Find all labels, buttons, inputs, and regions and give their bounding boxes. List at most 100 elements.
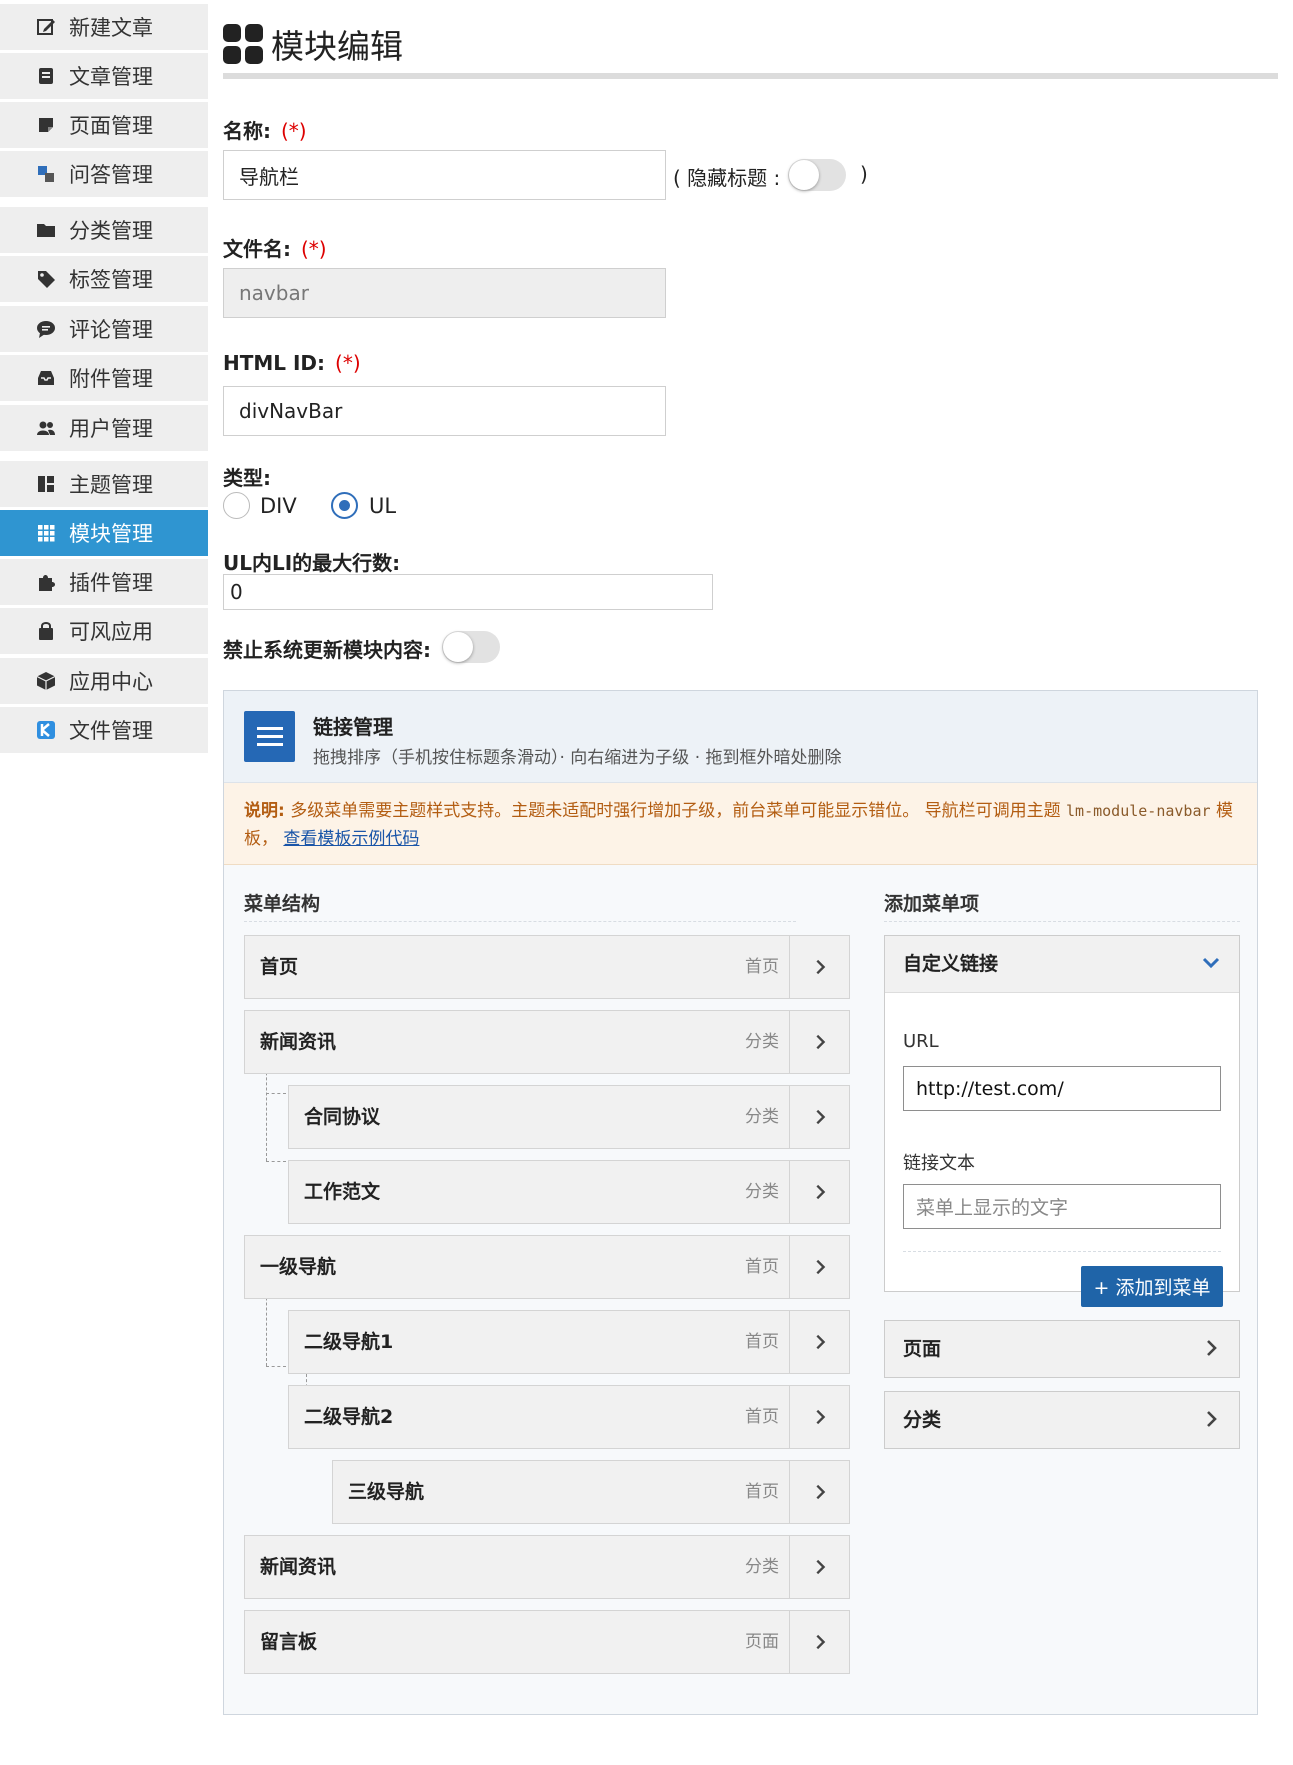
sidebar-item-new-article[interactable]: 新建文章	[0, 4, 208, 50]
menu-structure-title: 菜单结构	[244, 893, 321, 915]
expand-menu-item-button[interactable]	[789, 1536, 849, 1598]
sidebar-item-attachments[interactable]: 附件管理	[0, 355, 208, 401]
tree-line	[266, 1161, 286, 1162]
menu-item-title: 二级导航2	[304, 1406, 394, 1428]
custom-link-accordion: 自定义链接 URL http://test.com/ 链接文本 菜单上显示的文字…	[884, 935, 1240, 1307]
form-divider	[903, 1251, 1221, 1252]
no-update-toggle[interactable]	[442, 631, 500, 663]
sidebar-item-label: 标签管理	[69, 268, 153, 292]
chevron-right-icon	[815, 1484, 825, 1500]
layout-icon	[35, 473, 57, 495]
menu-item-title: 新闻资讯	[260, 1031, 337, 1053]
structure-divider	[244, 921, 796, 922]
max-li-input[interactable]: 0	[223, 574, 713, 610]
expand-menu-item-button[interactable]	[789, 1086, 849, 1148]
menu-item[interactable]: 二级导航1 首页	[288, 1310, 850, 1374]
menu-item-title: 二级导航1	[304, 1331, 394, 1353]
page-accordion-header[interactable]: 页面	[885, 1321, 1239, 1377]
expand-menu-item-button[interactable]	[789, 1611, 849, 1673]
view-template-link[interactable]: 查看模板示例代码	[283, 829, 419, 849]
menu-item[interactable]: 三级导航 首页	[332, 1460, 850, 1524]
sidebar-item-kefeng-apps[interactable]: 可风应用	[0, 608, 208, 654]
page-title: 模块编辑	[223, 20, 403, 68]
required-mark: (*)	[281, 119, 307, 143]
cube-icon	[35, 670, 57, 692]
sidebar-item-themes[interactable]: 主题管理	[0, 461, 208, 507]
menu-item-title: 留言板	[260, 1631, 318, 1653]
expand-menu-item-button[interactable]	[789, 936, 849, 998]
expand-menu-item-button[interactable]	[789, 1386, 849, 1448]
menu-item-type: 首页	[745, 1482, 779, 1502]
type-label: 类型:	[223, 466, 271, 490]
sidebar-item-articles[interactable]: 文章管理	[0, 53, 208, 99]
chevron-right-icon	[1207, 1340, 1217, 1356]
sidebar-item-app-center[interactable]: 应用中心	[0, 658, 208, 704]
menu-item-type: 首页	[745, 1257, 779, 1277]
menu-item[interactable]: 新闻资讯 分类	[244, 1535, 850, 1599]
sidebar-item-users[interactable]: 用户管理	[0, 405, 208, 451]
sidebar-item-categories[interactable]: 分类管理	[0, 207, 208, 253]
tree-line	[266, 1366, 286, 1367]
expand-menu-item-button[interactable]	[789, 1011, 849, 1073]
menu-item[interactable]: 新闻资讯 分类	[244, 1010, 850, 1074]
html-id-input[interactable]: divNavBar	[223, 386, 666, 436]
sidebar-item-label: 模块管理	[69, 522, 153, 546]
chevron-right-icon	[1207, 1411, 1217, 1427]
menu-item[interactable]: 留言板 页面	[244, 1610, 850, 1674]
menu-item-title: 一级导航	[260, 1256, 337, 1278]
chevron-right-icon	[815, 1259, 825, 1275]
custom-link-header[interactable]: 自定义链接	[885, 936, 1239, 993]
category-accordion[interactable]: 分类	[884, 1391, 1240, 1449]
sidebar-item-label: 分类管理	[69, 219, 153, 243]
menu-item[interactable]: 工作范文 分类	[288, 1160, 850, 1224]
menu-item[interactable]: 合同协议 分类	[288, 1085, 850, 1149]
sidebar-item-comments[interactable]: 评论管理	[0, 306, 208, 352]
expand-menu-item-button[interactable]	[789, 1311, 849, 1373]
tag-icon	[35, 268, 57, 290]
add-menu-divider	[884, 921, 1240, 922]
category-accordion-header[interactable]: 分类	[885, 1392, 1239, 1448]
add-to-menu-button[interactable]: + 添加到菜单	[1081, 1266, 1223, 1307]
hide-title-toggle[interactable]	[788, 159, 846, 191]
expand-menu-item-button[interactable]	[789, 1236, 849, 1298]
menu-item-type: 分类	[745, 1107, 779, 1127]
menu-item[interactable]: 一级导航 首页	[244, 1235, 850, 1299]
sidebar-item-file-manager[interactable]: 文件管理	[0, 707, 208, 753]
sidebar-item-modules[interactable]: 模块管理	[0, 510, 208, 556]
chevron-right-icon	[815, 1334, 825, 1350]
menu-item-title: 首页	[260, 956, 299, 978]
sidebar-item-label: 应用中心	[69, 670, 153, 694]
name-input[interactable]: 导航栏	[223, 150, 666, 200]
menu-item[interactable]: 二级导航2 首页	[288, 1385, 850, 1449]
translate-icon	[35, 163, 57, 185]
notice-code: lm-module-navbar	[1066, 802, 1211, 820]
required-mark: (*)	[301, 237, 327, 261]
expand-menu-item-button[interactable]	[789, 1161, 849, 1223]
name-label: 名称: (*)	[223, 119, 307, 143]
filename-label: 文件名: (*)	[223, 237, 327, 261]
sidebar-item-pages[interactable]: 页面管理	[0, 102, 208, 148]
panel-subtitle: 拖拽排序（手机按住标题条滑动）· 向右缩进为子级 · 拖到框外暗处删除	[313, 748, 842, 768]
chevron-right-icon	[815, 1109, 825, 1125]
page-accordion[interactable]: 页面	[884, 1320, 1240, 1378]
menu-item[interactable]: 首页 首页	[244, 935, 850, 999]
sidebar-item-plugins[interactable]: 插件管理	[0, 559, 208, 605]
menu-item-type: 分类	[745, 1557, 779, 1577]
url-input[interactable]: http://test.com/	[903, 1066, 1221, 1111]
link-text-input[interactable]: 菜单上显示的文字	[903, 1184, 1221, 1229]
no-update-label: 禁止系统更新模块内容:	[223, 638, 431, 662]
type-radio-div[interactable]	[223, 492, 250, 519]
sidebar-item-label: 问答管理	[69, 163, 153, 187]
max-li-label: UL内LI的最大行数:	[223, 551, 401, 575]
sidebar-item-tags[interactable]: 标签管理	[0, 256, 208, 302]
expand-menu-item-button[interactable]	[789, 1461, 849, 1523]
menu-item-type: 首页	[745, 1332, 779, 1352]
type-option-ul-label: UL	[369, 494, 397, 518]
type-radio-ul[interactable]	[331, 492, 358, 519]
sidebar-item-label: 页面管理	[69, 114, 153, 138]
sidebar-item-label: 文章管理	[69, 65, 153, 89]
custom-link-title: 自定义链接	[903, 953, 999, 975]
puzzle-icon	[35, 571, 57, 593]
menu-item-type: 分类	[745, 1182, 779, 1202]
sidebar-item-qa[interactable]: 问答管理	[0, 151, 208, 197]
